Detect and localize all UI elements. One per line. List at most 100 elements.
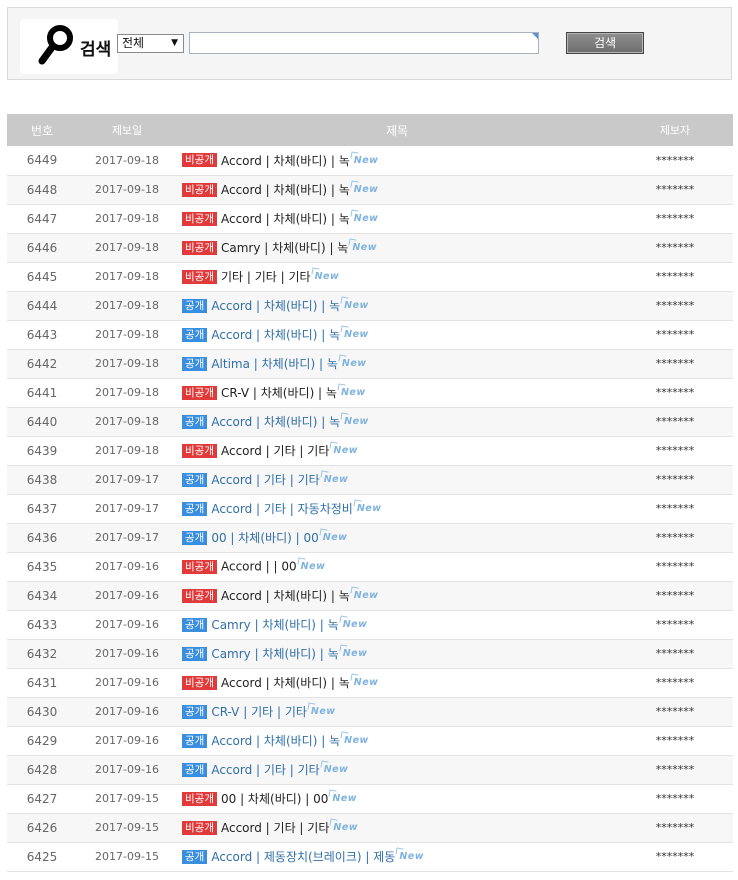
table-row[interactable]: 6426 2017-09-15 비공개 Accord | 기타 | 기타 New ****… bbox=[7, 813, 733, 843]
table-row[interactable]: 6446 2017-09-18 비공개 Camry | 차체(바디) | 녹 New **… bbox=[7, 233, 733, 263]
row-title-link[interactable]: CR-V | 차체(바디) | 녹 bbox=[221, 386, 337, 400]
row-title-link[interactable]: CR-V | 기타 | 기타 bbox=[211, 705, 307, 719]
row-title-link[interactable]: Accord | | 00 bbox=[221, 560, 297, 574]
table-row[interactable]: 6427 2017-09-15 비공개 00 | 차체(바디) | 00 New ****… bbox=[7, 784, 733, 814]
new-icon: New bbox=[353, 213, 379, 224]
row-title-link[interactable]: Accord | 차체(바디) | 녹 bbox=[221, 183, 350, 197]
new-icon: New bbox=[399, 851, 424, 862]
search-label-box: 검색 bbox=[20, 19, 118, 74]
row-title-link[interactable]: Accord | 기타 | 자동차정비 bbox=[211, 502, 353, 516]
row-title-link[interactable]: Accord | 차체(바디) | 녹 bbox=[211, 328, 340, 342]
row-title-link[interactable]: Accord | 차체(바디) | 녹 bbox=[221, 154, 350, 168]
row-title-link[interactable]: Accord | 차체(바디) | 녹 bbox=[211, 415, 340, 429]
row-title-link[interactable]: Camry | 차체(바디) | 녹 bbox=[211, 618, 338, 632]
row-number: 6433 bbox=[7, 610, 77, 640]
row-title-link[interactable]: Accord | 기타 | 기타 bbox=[221, 821, 329, 835]
status-badge: 비공개 bbox=[182, 211, 217, 226]
row-title-link[interactable]: Accord | 차체(바디) | 녹 bbox=[221, 212, 350, 226]
new-icon: New bbox=[310, 706, 336, 717]
row-title-link[interactable]: Accord | 기타 | 기타 bbox=[211, 763, 319, 777]
status-badge: 공개 bbox=[182, 298, 208, 313]
search-input[interactable] bbox=[189, 32, 539, 54]
table-row[interactable]: 6441 2017-09-18 비공개 CR-V | 차체(바디) | 녹 New ***… bbox=[7, 378, 733, 408]
row-title-link[interactable]: Camry | 차체(바디) | 녹 bbox=[211, 647, 338, 661]
table-row[interactable]: 6449 2017-09-18 비공개 Accord | 차체(바디) | 녹 New *… bbox=[7, 146, 733, 176]
row-title-link[interactable]: 00 | 차체(바디) | 00 bbox=[221, 792, 328, 806]
row-author: ******* bbox=[617, 465, 733, 495]
row-title-cell: 공개 Altima | 차체(바디) | 녹 New bbox=[177, 349, 617, 379]
row-title-link[interactable]: 00 | 차체(바디) | 00 bbox=[211, 531, 318, 545]
table-row[interactable]: 6434 2017-09-16 비공개 Accord | 차체(바디) | 녹 New *… bbox=[7, 581, 733, 611]
table-row[interactable]: 6447 2017-09-18 비공개 Accord | 차체(바디) | 녹 New *… bbox=[7, 204, 733, 234]
status-badge: 비공개 bbox=[182, 791, 217, 806]
table-row[interactable]: 6440 2017-09-18 공개 Accord | 차체(바디) | 녹 New **… bbox=[7, 407, 733, 437]
row-author: ******* bbox=[617, 233, 733, 263]
table-row[interactable]: 6444 2017-09-18 공개 Accord | 차체(바디) | 녹 New **… bbox=[7, 291, 733, 321]
row-author: ******* bbox=[617, 581, 733, 611]
row-title-link[interactable]: Accord | 차체(바디) | 녹 bbox=[211, 734, 340, 748]
search-scope-select[interactable]: 전체 ▼ bbox=[117, 34, 184, 53]
table-row[interactable]: 6437 2017-09-17 공개 Accord | 기타 | 자동차정비 New **… bbox=[7, 494, 733, 524]
row-title-link[interactable]: Altima | 차체(바디) | 녹 bbox=[211, 357, 338, 371]
new-icon: New bbox=[340, 387, 366, 398]
table-row[interactable]: 6428 2017-09-16 공개 Accord | 기타 | 기타 New *****… bbox=[7, 755, 733, 785]
row-author: ******* bbox=[617, 726, 733, 756]
table-row[interactable]: 6443 2017-09-18 공개 Accord | 차체(바디) | 녹 New **… bbox=[7, 320, 733, 350]
row-date: 2017-09-18 bbox=[77, 204, 177, 234]
table-row[interactable]: 6448 2017-09-18 비공개 Accord | 차체(바디) | 녹 New *… bbox=[7, 175, 733, 205]
row-number: 6446 bbox=[7, 233, 77, 263]
row-number: 6434 bbox=[7, 581, 77, 611]
table-row[interactable]: 6433 2017-09-16 공개 Camry | 차체(바디) | 녹 New ***… bbox=[7, 610, 733, 640]
row-date: 2017-09-18 bbox=[77, 175, 177, 205]
row-date: 2017-09-15 bbox=[77, 784, 177, 814]
new-icon: New bbox=[344, 329, 369, 340]
row-title-cell: 공개 00 | 차체(바디) | 00 New bbox=[177, 523, 617, 553]
row-title-link[interactable]: Accord | 기타 | 기타 bbox=[211, 473, 319, 487]
row-author: ******* bbox=[617, 349, 733, 379]
search-button[interactable]: 검색 bbox=[566, 32, 644, 54]
new-icon: New bbox=[332, 793, 358, 804]
new-icon: New bbox=[344, 735, 369, 746]
table-row[interactable]: 6442 2017-09-18 공개 Altima | 차체(바디) | 녹 New **… bbox=[7, 349, 733, 379]
row-title-link[interactable]: Accord | 제동장치(브레이크) | 제동 bbox=[211, 850, 395, 864]
row-date: 2017-09-18 bbox=[77, 233, 177, 263]
row-date: 2017-09-18 bbox=[77, 349, 177, 379]
row-title-link[interactable]: Accord | 차체(바디) | 녹 bbox=[221, 589, 350, 603]
row-date: 2017-09-18 bbox=[77, 262, 177, 292]
row-number: 6441 bbox=[7, 378, 77, 408]
new-icon: New bbox=[300, 561, 326, 573]
table-row[interactable]: 6431 2017-09-16 비공개 Accord | 차체(바디) | 녹 New *… bbox=[7, 668, 733, 698]
row-number: 6428 bbox=[7, 755, 77, 785]
status-badge: 비공개 bbox=[182, 588, 217, 603]
row-title-cell: 공개 Accord | 제동장치(브레이크) | 제동 New bbox=[177, 842, 617, 872]
table-row[interactable]: 6438 2017-09-17 공개 Accord | 기타 | 기타 New *****… bbox=[7, 465, 733, 495]
table-row[interactable]: 6436 2017-09-17 공개 00 | 차체(바디) | 00 New *****… bbox=[7, 523, 733, 553]
new-icon: New bbox=[344, 416, 369, 427]
row-number: 6445 bbox=[7, 262, 77, 292]
row-author: ******* bbox=[617, 697, 733, 727]
row-number: 6444 bbox=[7, 291, 77, 321]
table-row[interactable]: 6432 2017-09-16 공개 Camry | 차체(바디) | 녹 New ***… bbox=[7, 639, 733, 669]
row-title-link[interactable]: Accord | 차체(바디) | 녹 bbox=[211, 299, 340, 313]
table-row[interactable]: 6445 2017-09-18 비공개 기타 | 기타 | 기타 New ******* bbox=[7, 262, 733, 292]
table-row[interactable]: 6435 2017-09-16 비공개 Accord | | 00 New ******* bbox=[7, 552, 733, 582]
row-author: ******* bbox=[617, 610, 733, 640]
status-badge: 공개 bbox=[182, 849, 208, 864]
row-title-cell: 공개 Accord | 차체(바디) | 녹 New bbox=[177, 407, 617, 437]
new-icon: New bbox=[333, 445, 359, 456]
table-row[interactable]: 6439 2017-09-18 비공개 Accord | 기타 | 기타 New ****… bbox=[7, 436, 733, 466]
table-row[interactable]: 6425 2017-09-15 공개 Accord | 제동장치(브레이크) | 제동… bbox=[7, 842, 733, 872]
table-row[interactable]: 6430 2017-09-16 공개 CR-V | 기타 | 기타 New ******* bbox=[7, 697, 733, 727]
row-title-link[interactable]: Accord | 기타 | 기타 bbox=[221, 444, 329, 458]
row-title-link[interactable]: Accord | 차체(바디) | 녹 bbox=[221, 676, 350, 690]
status-badge: 공개 bbox=[182, 762, 208, 777]
status-badge: 공개 bbox=[182, 501, 208, 516]
table-row[interactable]: 6429 2017-09-16 공개 Accord | 차체(바디) | 녹 New **… bbox=[7, 726, 733, 756]
status-badge: 공개 bbox=[182, 617, 208, 632]
row-title-link[interactable]: Camry | 차체(바디) | 녹 bbox=[221, 241, 348, 255]
status-badge: 공개 bbox=[182, 704, 208, 719]
row-author: ******* bbox=[617, 204, 733, 234]
row-number: 6435 bbox=[7, 552, 77, 582]
row-author: ******* bbox=[617, 813, 733, 843]
row-title-link[interactable]: 기타 | 기타 | 기타 bbox=[221, 270, 311, 284]
